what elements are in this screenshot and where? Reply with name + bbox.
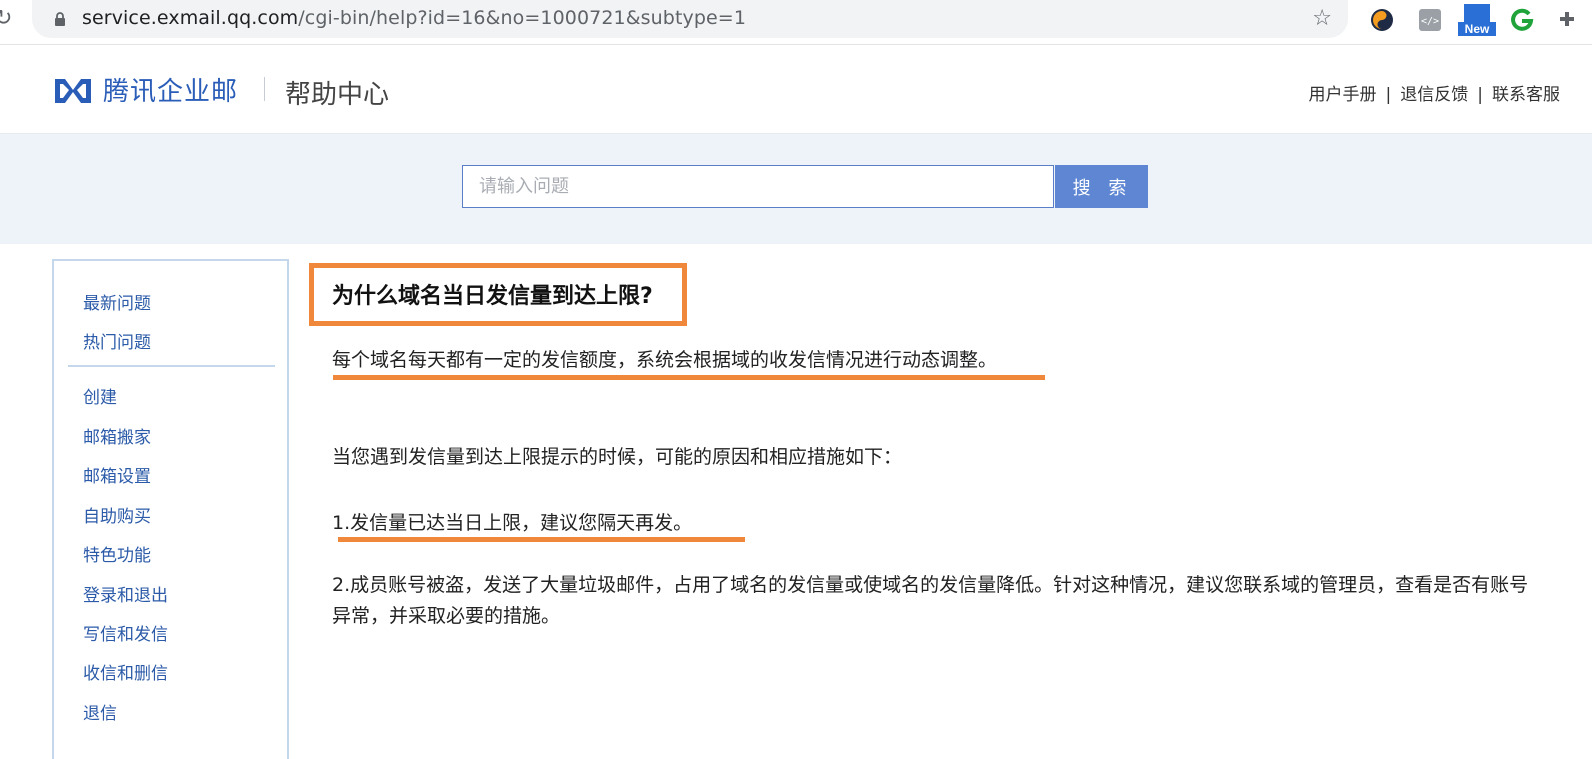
new-badge: New bbox=[1458, 22, 1496, 36]
article-reason-2: 2.成员账号被盗，发送了大量垃圾邮件，占用了域名的发信量或使域名的发信量降低。针… bbox=[332, 574, 1529, 627]
article-reason-1: 1.发信量已达当日上限，建议您隔天再发。 bbox=[332, 512, 693, 534]
url-text: service.exmail.qq.com/cgi-bin/help?id=16… bbox=[82, 7, 747, 29]
article-title: 为什么域名当日发信量到达上限? bbox=[332, 284, 653, 309]
reload-icon[interactable]: ↻ bbox=[0, 6, 12, 31]
reason-1-underline bbox=[338, 537, 745, 542]
sidebar-item-settings[interactable]: 邮箱设置 bbox=[83, 462, 151, 487]
link-separator: | bbox=[1385, 85, 1392, 105]
exmail-logo-icon[interactable] bbox=[52, 76, 94, 106]
sidebar-item-migration[interactable]: 邮箱搬家 bbox=[83, 423, 151, 448]
address-bar[interactable]: service.exmail.qq.com/cgi-bin/help?id=16… bbox=[32, 0, 1348, 38]
sidebar: 最新问题 热门问题 创建 邮箱搬家 邮箱设置 自助购买 特色功能 登录和退出 写… bbox=[52, 259, 289, 759]
site-header: 腾讯企业邮 帮助中心 用户手册 | 退信反馈 | 联系客服 bbox=[0, 45, 1592, 134]
sidebar-item-create[interactable]: 创建 bbox=[83, 383, 117, 408]
article-intro: 每个域名每天都有一定的发信额度，系统会根据域的收发信情况进行动态调整。 bbox=[332, 349, 998, 371]
intro-underline bbox=[333, 375, 1045, 380]
header-divider bbox=[264, 77, 265, 101]
sidebar-item-login-logout[interactable]: 登录和退出 bbox=[83, 581, 168, 606]
link-separator: | bbox=[1477, 85, 1483, 105]
sidebar-item-bounce[interactable]: 退信 bbox=[83, 699, 117, 724]
brand-name[interactable]: 腾讯企业邮 bbox=[103, 71, 238, 108]
sidebar-item-receive-delete[interactable]: 收信和删信 bbox=[83, 659, 168, 684]
sidebar-item-features[interactable]: 特色功能 bbox=[83, 541, 151, 566]
search-button[interactable]: 搜 索 bbox=[1055, 165, 1148, 208]
search-band: 搜 索 bbox=[0, 134, 1592, 244]
browser-toolbar: ↻ service.exmail.qq.com/cgi-bin/help?id=… bbox=[0, 0, 1592, 45]
sidebar-item-latest[interactable]: 最新问题 bbox=[83, 289, 151, 314]
top-links: 用户手册 | 退信反馈 | 联系客服 bbox=[1309, 80, 1560, 105]
sidebar-divider bbox=[68, 365, 275, 367]
extension-icon[interactable] bbox=[1370, 8, 1394, 32]
code-extension-icon[interactable]: </> bbox=[1418, 8, 1442, 32]
puzzle-extension-icon[interactable] bbox=[1556, 8, 1580, 32]
bounce-feedback-link[interactable]: 退信反馈 bbox=[1400, 85, 1468, 105]
svg-text:</>: </> bbox=[1421, 16, 1439, 27]
news-extension-icon[interactable]: New bbox=[1458, 4, 1496, 36]
help-center-title[interactable]: 帮助中心 bbox=[285, 74, 389, 111]
contact-support-link[interactable]: 联系客服 bbox=[1492, 85, 1560, 105]
article-lead: 当您遇到发信量到达上限提示的时候，可能的原因和相应措施如下： bbox=[332, 446, 903, 468]
user-manual-link[interactable]: 用户手册 bbox=[1309, 85, 1377, 105]
sidebar-item-popular[interactable]: 热门问题 bbox=[83, 328, 151, 353]
search-input[interactable] bbox=[462, 165, 1054, 208]
bookmark-star-icon[interactable]: ☆ bbox=[1312, 6, 1332, 31]
sidebar-item-purchase[interactable]: 自助购买 bbox=[83, 502, 151, 527]
lock-icon bbox=[55, 12, 65, 26]
grammar-extension-icon[interactable] bbox=[1510, 8, 1534, 32]
sidebar-item-compose-send[interactable]: 写信和发信 bbox=[83, 620, 168, 645]
